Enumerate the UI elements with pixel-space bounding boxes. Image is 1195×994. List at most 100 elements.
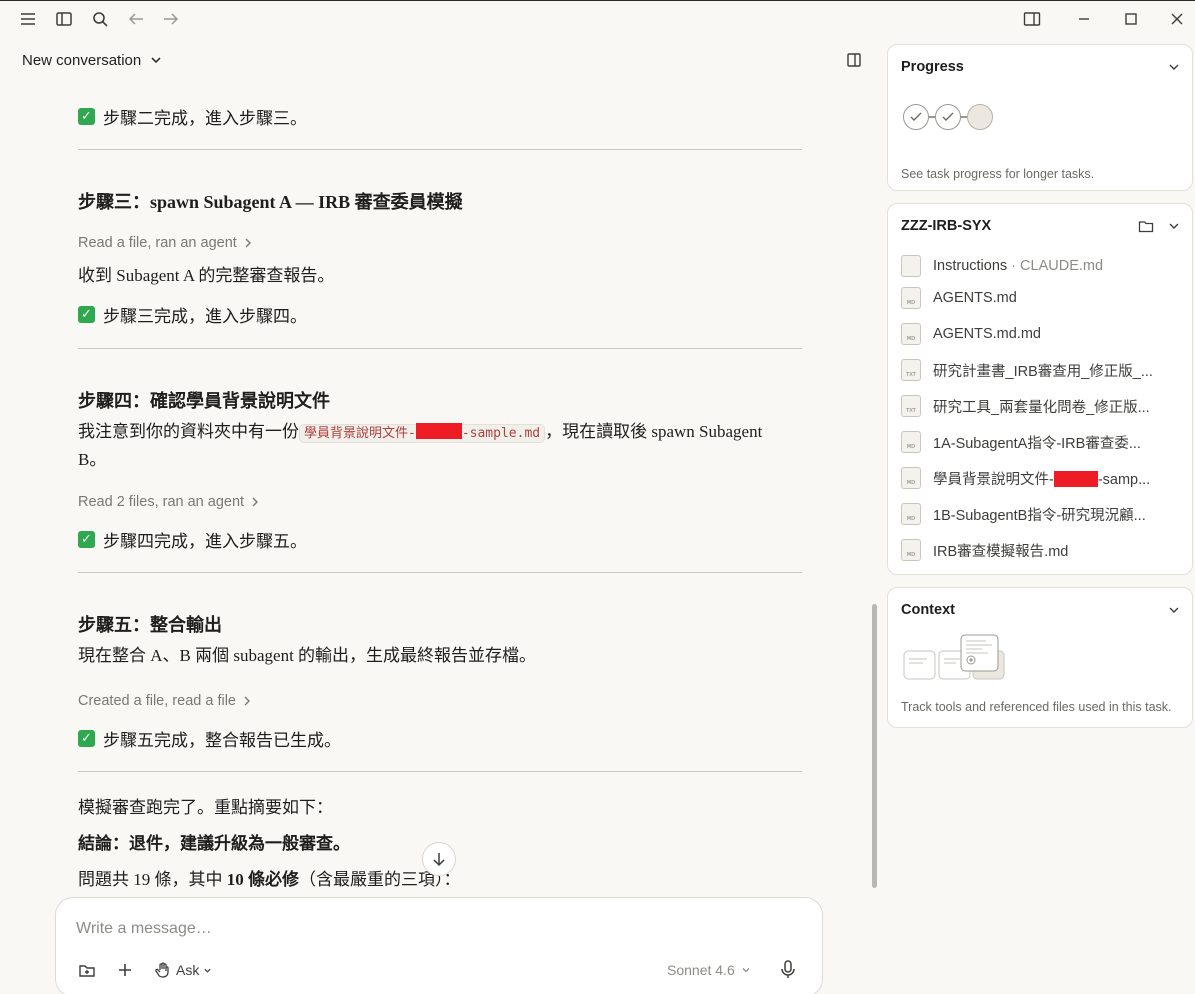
scroll-to-bottom-button[interactable] — [422, 842, 456, 876]
plus-icon — [119, 964, 131, 976]
file-name: Instructions · CLAUDE.md — [933, 258, 1103, 274]
sidebar-toggle-icon[interactable] — [54, 9, 74, 29]
step5-done-text: 步驟五完成，整合報告已生成。 — [103, 731, 341, 750]
step3-body: 收到 Subagent A 的完整審查報告。 — [78, 266, 335, 285]
step4-activity-toggle[interactable]: Read 2 files, ran an agent — [78, 494, 260, 510]
file-name: AGENTS.md — [933, 290, 1017, 306]
panel-layout-icon[interactable] — [1022, 9, 1042, 29]
check-icon: ✓ — [78, 108, 95, 125]
model-selector[interactable]: Sonnet 4.6 — [667, 960, 751, 980]
step3-activity-toggle[interactable]: Read a file, ran an agent — [78, 235, 253, 251]
step3-done-line: ✓ 步驟三完成，進入步驟四。 — [78, 302, 307, 327]
redaction-block — [1053, 470, 1098, 487]
message-input[interactable]: Write a message… — [76, 920, 212, 938]
step2-done-line: ✓ 步驟二完成，進入步驟三。 — [78, 104, 307, 129]
summary-intro: 模擬審查跑完了。重點摘要如下： — [78, 798, 333, 817]
file-item[interactable]: TXT 研究工具_兩套量化問卷_修正版... — [901, 394, 1181, 418]
file-name: 1B-SubagentB指令-研究現況顧... — [933, 507, 1146, 524]
file-item[interactable]: TXT 研究計畫書_IRB審查用_修正版_... — [901, 358, 1181, 382]
chevron-right-icon — [252, 497, 259, 507]
issues-text-a: 問題共 19 條，其中 — [78, 870, 227, 889]
check-icon: ✓ — [78, 730, 95, 747]
progress-title: Progress — [901, 59, 964, 75]
file-name: 1A-SubagentA指令-IRB審查委... — [933, 435, 1141, 452]
step4-body-text-a: 我注意到你的資料夾中有一份 — [78, 422, 299, 441]
issues-text-bold: 10 條必修 — [226, 870, 299, 889]
message-composer: Write a message… Ask Sonnet 4.6 — [55, 897, 823, 994]
hand-icon — [155, 962, 169, 978]
file-name-tail: -samp... — [1097, 471, 1151, 488]
step-complete — [903, 104, 929, 130]
step5-activity-toggle[interactable]: Created a file, read a file — [78, 693, 252, 709]
chevron-down-icon[interactable] — [1168, 220, 1180, 232]
context-title: Context — [901, 602, 955, 618]
checkmark-icon — [942, 112, 954, 121]
chevron-down-icon — [204, 968, 211, 973]
divider — [78, 348, 802, 349]
chat-scrollbar[interactable] — [872, 604, 877, 888]
md-file-icon: MD — [901, 539, 921, 561]
md-file-icon: MD — [901, 287, 921, 309]
redaction-block — [415, 423, 462, 439]
step5-activity-text: Created a file, read a file — [78, 693, 236, 709]
chat-transcript: ✓ 步驟二完成，進入步驟三。 步驟三：spawn Subagent A — IR… — [78, 90, 802, 890]
file-name: 學員背景說明文件- -samp... — [933, 468, 1150, 489]
forward-arrow-icon[interactable] — [161, 9, 181, 29]
arrow-down-icon — [433, 853, 445, 867]
back-arrow-icon[interactable] — [126, 9, 146, 29]
step-pending — [967, 104, 993, 130]
project-files-card: ZZZ-IRB-SYX Instructions · CLAUDE.md MD … — [887, 203, 1193, 575]
mode-selector[interactable]: Ask — [154, 960, 212, 980]
file-item[interactable]: MD 1A-SubagentA指令-IRB審查委... — [901, 430, 1181, 454]
folder-icon[interactable] — [1138, 218, 1154, 234]
file-item[interactable]: MD IRB審查模擬報告.md — [901, 538, 1181, 562]
inline-code-filename: 學員背景說明文件- -sample.md — [299, 423, 546, 443]
close-icon[interactable] — [1167, 9, 1187, 29]
step4-done-text: 步驟四完成，進入步驟五。 — [103, 532, 307, 551]
add-folder-button[interactable] — [78, 960, 96, 980]
file-item[interactable]: MD AGENTS.md.md — [901, 322, 1181, 346]
chevron-right-icon — [244, 696, 250, 706]
document-icon — [901, 255, 921, 277]
file-name-extra: · CLAUDE.md — [1007, 258, 1104, 274]
step4-body: 我注意到你的資料夾中有一份 學員背景說明文件- -sample.md ，現在讀取後 s… — [78, 419, 778, 473]
search-icon[interactable] — [90, 9, 110, 29]
chevron-down-icon[interactable] — [1168, 61, 1180, 73]
md-file-icon: MD — [901, 431, 921, 453]
file-name: IRB審查模擬報告.md — [933, 543, 1069, 560]
step4-done-line: ✓ 步驟四完成，進入步驟五。 — [78, 527, 307, 552]
project-title: ZZZ-IRB-SYX — [901, 218, 992, 234]
md-file-icon: MD — [901, 323, 921, 345]
code-part-b: -sample.md — [461, 426, 541, 441]
file-item[interactable]: Instructions · CLAUDE.md — [901, 254, 1181, 278]
microphone-icon[interactable] — [777, 958, 799, 980]
step-complete — [935, 104, 961, 130]
txt-file-icon: TXT — [901, 359, 921, 381]
step3-activity-text: Read a file, ran an agent — [78, 235, 237, 251]
file-item[interactable]: MD AGENTS.md — [901, 286, 1181, 310]
maximize-icon[interactable] — [1121, 9, 1141, 29]
mode-label: Ask — [176, 962, 200, 978]
add-attachment-button[interactable] — [116, 960, 134, 980]
checkmark-icon — [910, 112, 922, 121]
menu-icon[interactable] — [18, 9, 38, 29]
divider — [78, 149, 802, 150]
file-item[interactable]: MD 學員背景說明文件- -samp... — [901, 466, 1181, 490]
file-item[interactable]: MD 1B-SubagentB指令-研究現況顧... — [901, 502, 1181, 526]
side-panel-toggle-icon[interactable] — [846, 52, 862, 68]
title-bar — [0, 0, 1195, 36]
md-file-icon: MD — [901, 467, 921, 489]
progress-card: Progress See task progress for longer ta… — [887, 44, 1193, 191]
file-name-text: Instructions — [933, 258, 1008, 274]
step3-done-text: 步驟三完成，進入步驟四。 — [103, 307, 307, 326]
step5-done-line: ✓ 步驟五完成，整合報告已生成。 — [78, 726, 341, 751]
txt-file-icon: TXT — [901, 395, 921, 417]
chevron-down-icon[interactable] — [1168, 604, 1180, 616]
minimize-icon[interactable] — [1074, 9, 1094, 29]
context-note: Track tools and referenced files used in… — [901, 700, 1172, 714]
file-name: 研究工具_兩套量化問卷_修正版... — [933, 399, 1150, 416]
conversation-title: New conversation — [22, 51, 142, 69]
conversation-title-dropdown[interactable]: New conversation — [22, 50, 163, 70]
step3-heading: 步驟三：spawn Subagent A — IRB 審查委員模擬 — [78, 192, 463, 212]
step4-heading: 步驟四：確認學員背景說明文件 — [78, 391, 330, 411]
